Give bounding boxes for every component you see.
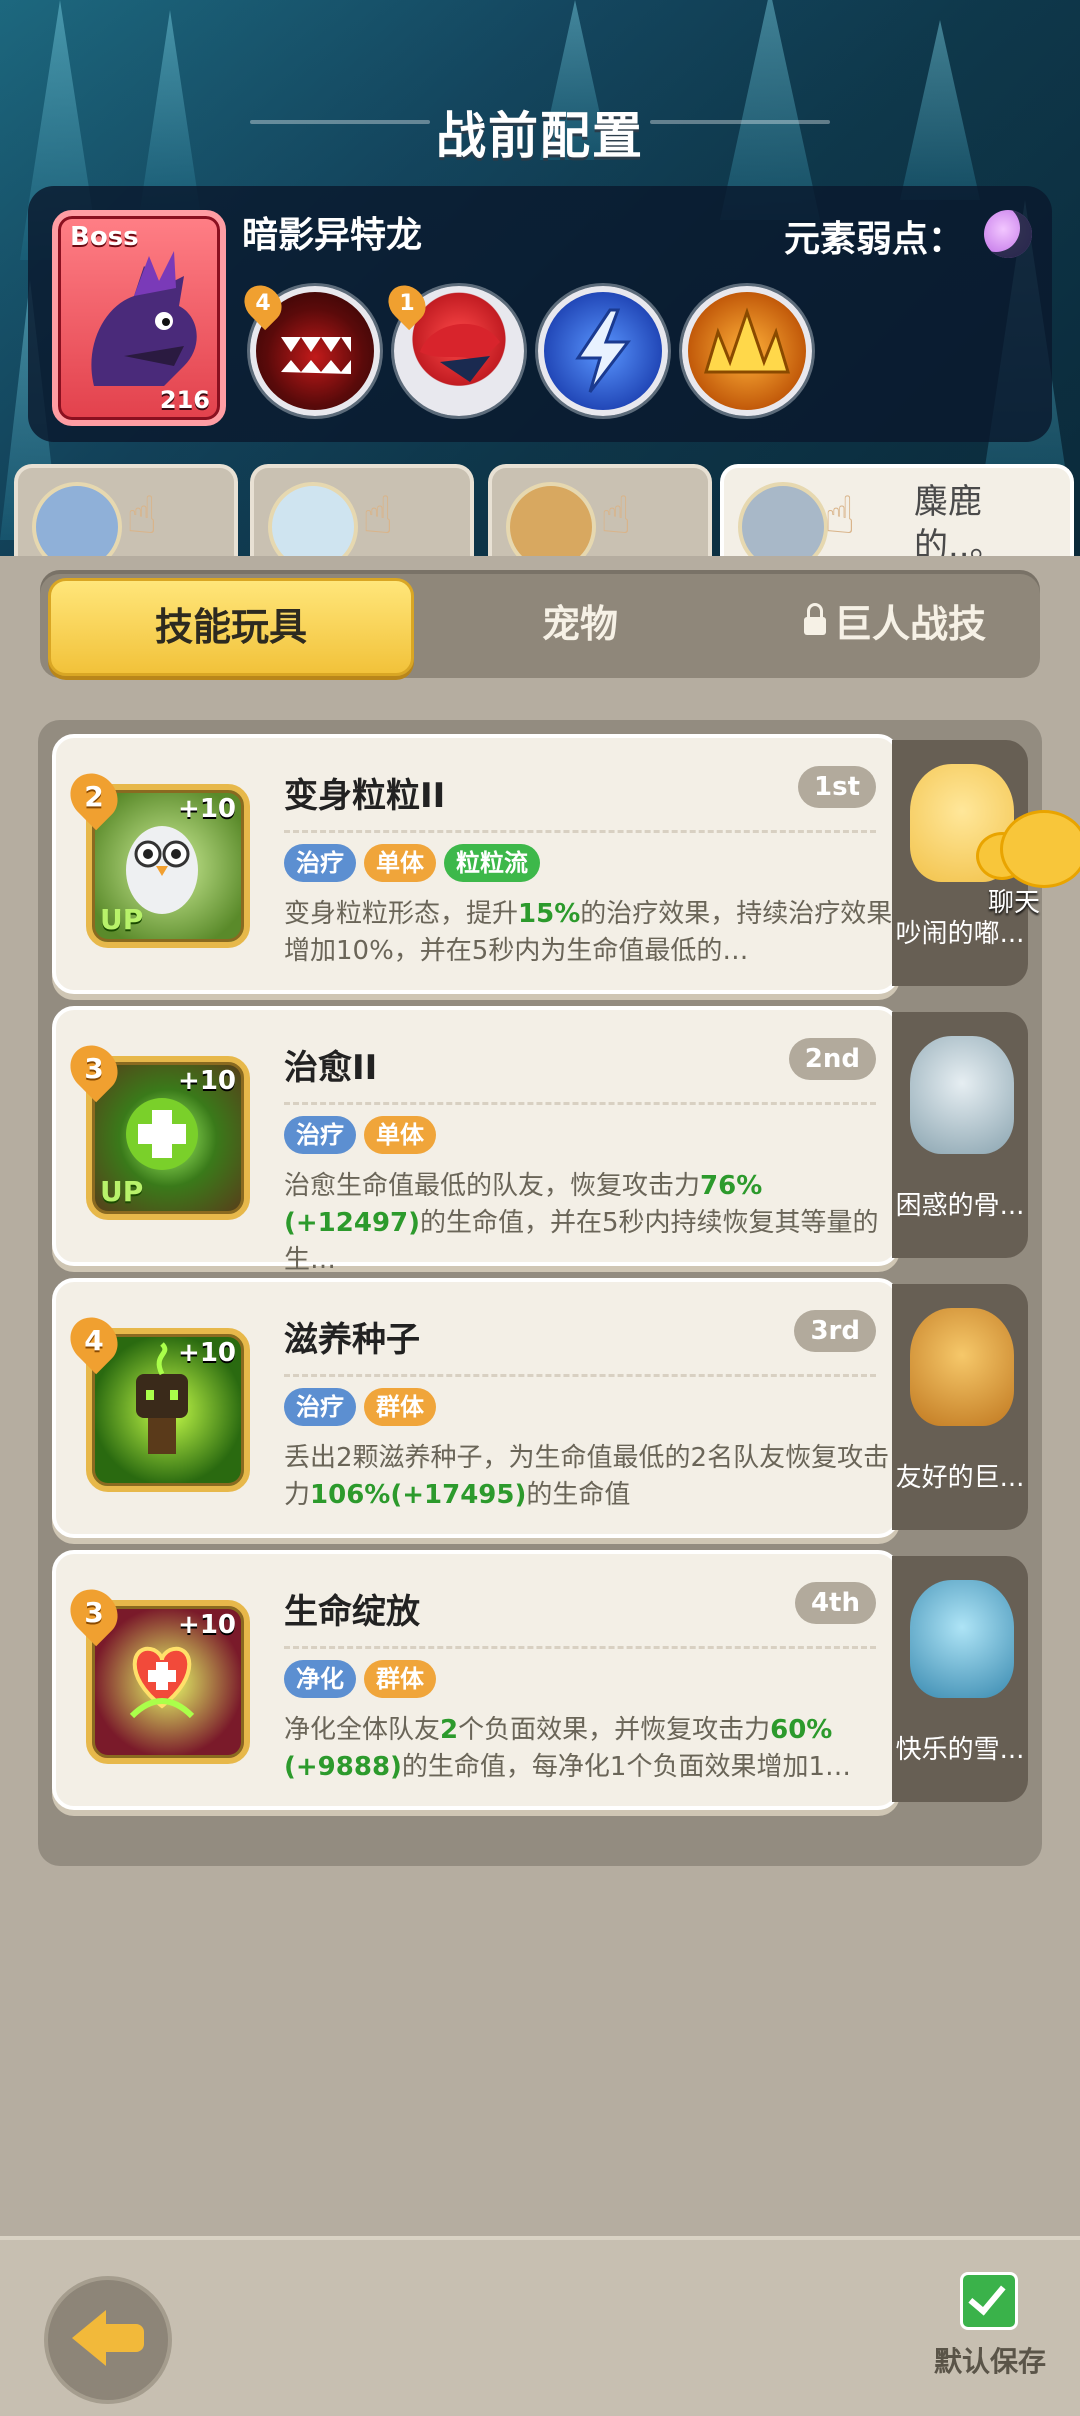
skill-description: 净化全体队友2个负面效果，并恢复攻击力60%(+9888)的生命值，每净化1个负… [284, 1715, 852, 1782]
config-panel: 技能玩具 宠物 巨人战技 2 +10 UP 变身粒粒II 1st 治疗 单体 粒粒流 [0, 556, 1080, 2236]
divider [284, 830, 876, 833]
skill-card[interactable]: 4 +10 滋养种子 3rd 治疗 群体 丢出2颗滋养种子，为生命值最低的2名队友… [52, 1278, 900, 1538]
boss-info-panel: Boss 216 暗影异特龙 元素弱点： 4 1 [28, 186, 1052, 442]
tab-giant-skills-label: 巨人战技 [833, 602, 986, 646]
rank-badge: 4th [794, 1582, 876, 1624]
divider [284, 1374, 876, 1377]
skill-tags: 治疗 单体 [284, 1116, 444, 1154]
owl-skill-icon: 2 +10 UP [60, 763, 250, 948]
chat-label: 聊天 [988, 888, 1041, 918]
spike-crown [703, 307, 791, 374]
moon-icon[interactable] [984, 210, 1032, 258]
red-bird-icon[interactable]: 1 [380, 277, 524, 416]
upgrade-tag: UP [100, 903, 144, 936]
pet-name: 快乐的雪... [895, 1735, 1025, 1765]
rank-badge: 1st [798, 766, 876, 808]
tag-group: 群体 [364, 1388, 436, 1426]
dinosaur-icon [91, 251, 197, 386]
tap-hand-icon: ☝ [824, 486, 856, 546]
skill-tags: 治疗 单体 粒粒流 [284, 844, 548, 882]
divider [284, 1646, 876, 1649]
giant-crab-pet-icon [910, 1308, 1014, 1426]
skill-card[interactable]: 2 +10 UP 变身粒粒II 1st 治疗 单体 粒粒流 变身粒粒形态，提升15%… [52, 734, 900, 994]
bone-dino-pet-icon [910, 1036, 1014, 1154]
page-title-wrap: 战前配置 [0, 96, 1080, 168]
skill-tags: 净化 群体 [284, 1660, 444, 1698]
rank-badge: 2nd [788, 1038, 876, 1080]
tag-heal: 治疗 [284, 1388, 356, 1426]
skill-row[interactable]: 4 +10 滋养种子 3rd 治疗 群体 丢出2颗滋养种子，为生命值最低的2名队友… [52, 1278, 1028, 1538]
skill-name: 滋养种子 [284, 1320, 420, 1360]
pet-slot[interactable]: 困惑的骨... [892, 1012, 1028, 1258]
skill-name: 治愈II [284, 1048, 378, 1088]
crown-spikes-icon[interactable] [682, 286, 812, 416]
skill-description: 变身粒粒形态，提升15%的治疗效果，持续治疗效果增加10%，并在5秒内为生命值最… [284, 899, 893, 966]
chat-button[interactable]: 聊天 [966, 806, 1080, 926]
tag-single: 单体 [364, 844, 436, 882]
category-tabs: 技能玩具 宠物 巨人战技 [40, 570, 1040, 678]
tap-hand-icon: ☝ [126, 486, 158, 546]
tab-skill-toys[interactable]: 技能玩具 [48, 578, 414, 676]
divider [284, 1102, 876, 1105]
boss-name: 暗影异特龙 [242, 215, 423, 256]
back-arrow-tail [100, 2324, 144, 2352]
skill-card[interactable]: 3 +10 UP 治愈II 2nd 治疗 单体 治愈生命值最低的队友，恢复攻击力7… [52, 1006, 900, 1275]
tap-hand-icon: ☝ [362, 486, 394, 546]
fang-mouth-icon[interactable]: 4 [236, 277, 380, 416]
lightning-icon[interactable] [538, 286, 668, 416]
skill-tags: 治疗 群体 [284, 1388, 444, 1426]
pet-name: 困惑的骨... [895, 1191, 1025, 1221]
boss-level: 216 [159, 386, 210, 414]
skill-list: 2 +10 UP 变身粒粒II 1st 治疗 单体 粒粒流 变身粒粒形态，提升15%… [38, 720, 1042, 1866]
smiley-chat-icon [1000, 810, 1080, 888]
skill-row[interactable]: 3 +10 UP 治愈II 2nd 治疗 单体 治愈生命值最低的队友，恢复攻击力7… [52, 1006, 1028, 1275]
page-title: 战前配置 [436, 107, 644, 165]
pet-name: 友好的巨... [895, 1463, 1025, 1493]
team-slot-name: 麋鹿的..。 [914, 482, 1004, 566]
default-save-label: 默认保存 [934, 2345, 1047, 2378]
default-save-checkbox[interactable] [960, 2272, 1018, 2330]
team-slot-1[interactable]: ☝ [14, 464, 238, 572]
back-button[interactable] [44, 2276, 172, 2404]
pet-slot[interactable]: 快乐的雪... [892, 1556, 1028, 1802]
skill-row[interactable]: 3 +10 生命绽放 4th 净化 群体 净化全体队友2个负面效果，并恢复攻击力6… [52, 1550, 1028, 1810]
seed-skill-icon: 4 +10 [60, 1307, 250, 1492]
skill-description: 治愈生命值最低的队友，恢复攻击力76%(+12497)的生命值，并在5秒内持续恢… [284, 1171, 879, 1275]
boss-portrait[interactable]: Boss 216 [52, 210, 226, 426]
lock-icon [803, 603, 826, 635]
lightning-bolt [575, 308, 632, 393]
skill-row[interactable]: 2 +10 UP 变身粒粒II 1st 治疗 单体 粒粒流 变身粒粒形态，提升15%… [52, 734, 1028, 994]
pet-slot[interactable]: 友好的巨... [892, 1284, 1028, 1530]
tag-particle: 粒粒流 [444, 844, 540, 882]
tag-single: 单体 [364, 1116, 436, 1154]
tag-heal: 治疗 [284, 844, 356, 882]
tag-purify: 净化 [284, 1660, 356, 1698]
skill-description: 丢出2颗滋养种子，为生命值最低的2名队友恢复攻击力106%(+17495)的生命… [284, 1443, 890, 1510]
bonus-label: +10 [178, 1338, 236, 1368]
tab-giant-skills[interactable]: 巨人战技 [750, 570, 1040, 678]
team-slot-2[interactable]: ☝ [250, 464, 474, 572]
bonus-label: +10 [178, 794, 236, 824]
tag-group: 群体 [364, 1660, 436, 1698]
snow-creature-pet-icon [910, 1580, 1014, 1698]
weakness-label: 元素弱点： [783, 219, 964, 260]
rank-badge: 3rd [794, 1310, 876, 1352]
tab-pets[interactable]: 宠物 [410, 570, 750, 678]
heal-cross-skill-icon: 3 +10 UP [60, 1035, 250, 1220]
bonus-label: +10 [178, 1066, 236, 1096]
team-slot-3[interactable]: ☝ [488, 464, 712, 572]
skill-name: 生命绽放 [284, 1592, 420, 1632]
tap-hand-icon: ☝ [600, 486, 632, 546]
bottom-bar: 默认保存 [0, 2236, 1080, 2416]
upgrade-tag: UP [100, 1175, 144, 1208]
skill-name: 变身粒粒II [284, 776, 446, 816]
bonus-label: +10 [178, 1610, 236, 1640]
team-slot-4[interactable]: ☝ 麋鹿的..。 [720, 464, 1074, 572]
team-tabs: ☝ ☝ ☝ ☝ 麋鹿的..。 [0, 458, 1080, 572]
tag-heal: 治疗 [284, 1116, 356, 1154]
bloom-skill-icon: 3 +10 [60, 1579, 250, 1764]
skill-card[interactable]: 3 +10 生命绽放 4th 净化 群体 净化全体队友2个负面效果，并恢复攻击力6… [52, 1550, 900, 1810]
